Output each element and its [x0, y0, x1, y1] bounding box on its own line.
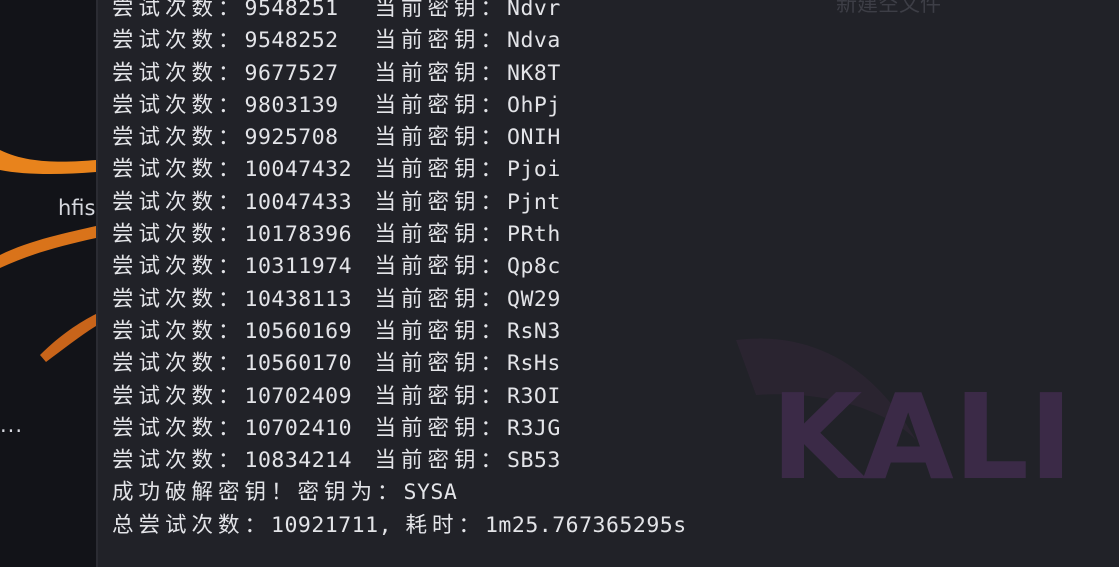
current-key: R3JG: [507, 415, 561, 441]
attempt-label: 尝试次数：: [112, 28, 245, 54]
attempt-label: 尝试次数：: [112, 318, 245, 344]
terminal-output: 尝试次数：9548251 当前密钥：Ndvr 尝试次数：9548252 当前密钥：Nd…: [112, 0, 687, 542]
current-key: R3OI: [507, 383, 561, 409]
cracked-key: SYSA: [403, 480, 458, 506]
attempt-label: 尝试次数：: [112, 0, 245, 21]
attempt-line: 尝试次数：10702410 当前密钥：R3JG: [112, 413, 687, 445]
key-label: 当前密钥：: [374, 254, 508, 280]
attempt-label: 尝试次数：: [112, 222, 245, 248]
attempt-count: 10560170: [244, 351, 353, 377]
attempt-count: 10178396: [244, 222, 353, 248]
attempt-count: 9548252: [244, 28, 339, 54]
attempt-line: 尝试次数：10047432 当前密钥：Pjoi: [112, 154, 687, 186]
key-label: 当前密钥：: [374, 189, 508, 215]
attempt-label: 尝试次数：: [112, 157, 245, 183]
desktop-icon-label-truncated[interactable]: ...: [0, 413, 23, 437]
current-key: Ndvr: [507, 0, 561, 21]
attempt-line: 尝试次数：10311974 当前密钥：Qp8c: [112, 251, 687, 283]
attempt-line: 尝试次数：10560169 当前密钥：RsN3: [112, 316, 687, 348]
attempt-line: 尝试次数：9925708 当前密钥：ONIH: [112, 122, 687, 154]
key-label: 当前密钥：: [374, 222, 508, 248]
attempt-label: 尝试次数：: [112, 92, 245, 118]
success-line: 成功破解密钥！密钥为：SYSA: [112, 477, 687, 509]
attempt-count: 10047433: [244, 189, 353, 215]
elapsed-time-label: 耗时：: [405, 512, 485, 538]
attempt-label: 尝试次数：: [112, 448, 245, 474]
attempt-label: 尝试次数：: [112, 189, 245, 215]
attempt-count: 10438113: [244, 286, 353, 312]
desktop-background: hfis ...: [0, 0, 96, 567]
kali-dragon-wallpaper: [0, 150, 96, 362]
screen: hfis ... 新建空文件 KALI 尝试次数：9548251 当前密钥：Ndv…: [0, 0, 1119, 567]
attempt-count: 9803139: [244, 92, 339, 118]
key-label: 当前密钥：: [374, 383, 508, 409]
current-key: PRth: [507, 222, 561, 248]
terminal-window[interactable]: 新建空文件 KALI 尝试次数：9548251 当前密钥：Ndvr 尝试次数：954…: [96, 0, 1119, 567]
attempt-line: 尝试次数：10178396 当前密钥：PRth: [112, 219, 687, 251]
attempt-count: 10834214: [244, 448, 353, 474]
current-key: Pjnt: [507, 189, 561, 215]
current-key: NK8T: [507, 60, 561, 86]
attempt-label: 尝试次数：: [112, 383, 245, 409]
attempt-label: 尝试次数：: [112, 286, 245, 312]
attempt-label: 尝试次数：: [112, 351, 245, 377]
desktop-icon-label[interactable]: hfis: [58, 196, 95, 220]
attempt-count: 10702410: [244, 415, 353, 441]
attempt-label: 尝试次数：: [112, 415, 245, 441]
terminal-left-border: [96, 0, 98, 567]
attempt-line: 尝试次数：9548251 当前密钥：Ndvr: [112, 0, 687, 25]
key-label: 当前密钥：: [374, 0, 508, 21]
current-key: RsHs: [507, 351, 561, 377]
attempt-line: 尝试次数：9803139 当前密钥：OhPj: [112, 90, 687, 122]
current-key: OhPj: [507, 92, 561, 118]
key-label: 当前密钥：: [374, 286, 508, 312]
attempt-count: 10311974: [244, 254, 353, 280]
attempt-line: 尝试次数：10438113 当前密钥：QW29: [112, 284, 687, 316]
key-label: 当前密钥：: [374, 125, 508, 151]
attempt-label: 尝试次数：: [112, 254, 245, 280]
key-label: 当前密钥：: [374, 60, 508, 86]
attempt-count: 9925708: [244, 125, 339, 151]
total-attempts-label: 总尝试次数：: [112, 512, 272, 538]
faded-desktop-hint: 新建空文件: [836, 0, 941, 16]
attempt-count: 9548251: [244, 0, 339, 21]
current-key: SB53: [507, 448, 561, 474]
total-attempts-value: 10921711,: [271, 512, 393, 538]
attempt-line: 尝试次数：9677527 当前密钥：NK8T: [112, 58, 687, 90]
key-label: 当前密钥：: [374, 92, 508, 118]
current-key: Pjoi: [507, 157, 561, 183]
elapsed-time-value: 1m25.767365295s: [484, 512, 687, 538]
current-key: Ndva: [507, 28, 561, 54]
key-label: 当前密钥：: [374, 415, 508, 441]
current-key: QW29: [507, 286, 561, 312]
key-label: 当前密钥：: [374, 351, 508, 377]
attempt-line: 尝试次数：10834214 当前密钥：SB53: [112, 445, 687, 477]
summary-line: 总尝试次数：10921711, 耗时：1m25.767365295s: [112, 510, 687, 542]
key-label: 当前密钥：: [374, 28, 508, 54]
attempt-line: 尝试次数：9548252 当前密钥：Ndva: [112, 25, 687, 57]
attempt-count: 9677527: [244, 60, 339, 86]
watermark-text: KALI: [771, 368, 1073, 506]
attempt-label: 尝试次数：: [112, 60, 245, 86]
success-label: 成功破解密钥！密钥为：: [112, 480, 404, 506]
attempt-line: 尝试次数：10702409 当前密钥：R3OI: [112, 381, 687, 413]
attempt-count: 10047432: [244, 157, 353, 183]
kali-watermark: KALI: [736, 338, 1073, 506]
attempt-label: 尝试次数：: [112, 125, 245, 151]
attempt-line: 尝试次数：10047433 当前密钥：Pjnt: [112, 187, 687, 219]
attempt-count: 10560169: [244, 318, 353, 344]
current-key: RsN3: [507, 318, 561, 344]
key-label: 当前密钥：: [374, 318, 508, 344]
attempt-line: 尝试次数：10560170 当前密钥：RsHs: [112, 348, 687, 380]
attempt-count: 10702409: [244, 383, 353, 409]
current-key: ONIH: [507, 125, 561, 151]
key-label: 当前密钥：: [374, 157, 508, 183]
current-key: Qp8c: [507, 254, 561, 280]
key-label: 当前密钥：: [374, 448, 508, 474]
